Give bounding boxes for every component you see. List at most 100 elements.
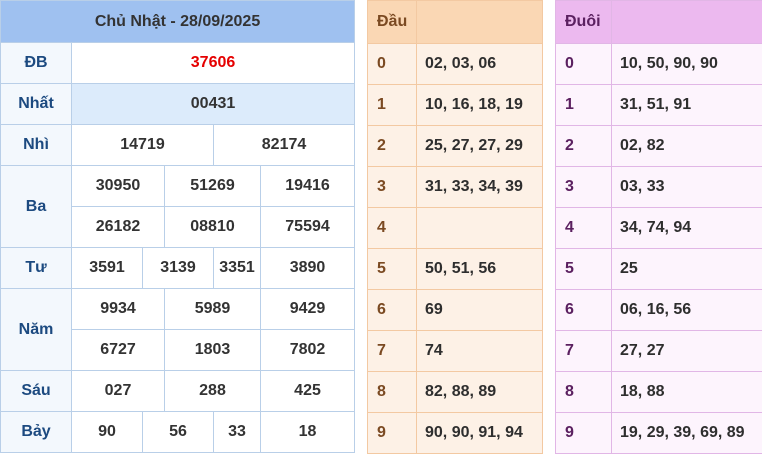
tail-digit-values: 02, 82 (611, 125, 762, 167)
prize-label-bay: Bảy (0, 411, 72, 453)
tail-digit-values: 03, 33 (611, 166, 762, 208)
head-digit-row: 7 74 (367, 330, 543, 372)
prize-label-tu: Tư (0, 247, 72, 289)
prize-value-nam: 9934 (71, 288, 165, 330)
head-digits-header-blank (416, 0, 543, 44)
tail-digit-key: 1 (555, 84, 612, 126)
tail-digit-key: 2 (555, 125, 612, 167)
head-digit-row: 6 69 (367, 289, 543, 331)
tail-digit-values: 10, 50, 90, 90 (611, 43, 762, 85)
tail-digit-row: 7 27, 27 (555, 330, 762, 372)
prize-value-bay: 33 (213, 411, 261, 453)
prize-value-bay: 56 (142, 411, 214, 453)
prize-row-bay: Bảy 90 56 33 18 (0, 411, 356, 453)
prize-row-ba: Ba 30950 51269 19416 (0, 165, 356, 248)
prize-value-ba: 75594 (259, 206, 356, 248)
prize-value-tu: 3351 (213, 247, 261, 289)
tail-digit-row: 3 03, 33 (555, 166, 762, 208)
prize-value-sau: 027 (71, 370, 165, 412)
tail-digits-header-blank (611, 0, 762, 44)
tail-digit-row: 0 10, 50, 90, 90 (555, 43, 762, 85)
head-digit-key: 5 (367, 248, 417, 290)
head-digit-key: 7 (367, 330, 417, 372)
prize-value-bay: 18 (259, 411, 356, 453)
tail-digit-values: 27, 27 (611, 330, 762, 372)
head-digit-values: 82, 88, 89 (416, 371, 543, 413)
prize-value-tu: 3139 (142, 247, 214, 289)
tail-digit-row: 6 06, 16, 56 (555, 289, 762, 331)
tail-digit-row: 2 02, 82 (555, 125, 762, 167)
head-digit-row: 5 50, 51, 56 (367, 248, 543, 290)
head-digit-row: 1 10, 16, 18, 19 (367, 84, 543, 126)
head-digit-values: 10, 16, 18, 19 (416, 84, 543, 126)
tail-digit-values: 34, 74, 94 (611, 207, 762, 249)
prize-label-ba: Ba (0, 165, 72, 248)
prize-row-nhat: Nhất 00431 (0, 83, 356, 125)
tail-digit-row: 5 25 (555, 248, 762, 290)
prize-label-sau: Sáu (0, 370, 72, 412)
head-digit-values: 90, 90, 91, 94 (416, 412, 543, 454)
head-digit-row: 3 31, 33, 34, 39 (367, 166, 543, 208)
head-digit-key: 6 (367, 289, 417, 331)
tail-digit-key: 0 (555, 43, 612, 85)
tail-digit-key: 4 (555, 207, 612, 249)
head-digit-values: 02, 03, 06 (416, 43, 543, 85)
prize-value-ba: 51269 (164, 165, 261, 207)
tail-digit-values: 19, 29, 39, 69, 89 (611, 412, 762, 454)
head-digit-row: 8 82, 88, 89 (367, 371, 543, 413)
tail-digit-key: 5 (555, 248, 612, 290)
head-digit-key: 2 (367, 125, 417, 167)
prize-value-ba: 19416 (259, 165, 356, 207)
prize-value-db: 37606 (70, 42, 356, 84)
tail-digit-key: 9 (555, 412, 612, 454)
head-digit-values: 69 (416, 289, 543, 331)
prize-value-sau: 288 (164, 370, 261, 412)
prize-value-nhat: 00431 (70, 83, 356, 125)
tail-digit-row: 8 18, 88 (555, 371, 762, 413)
prize-value-ba: 08810 (164, 206, 261, 248)
prize-row-sau: Sáu 027 288 425 (0, 370, 356, 412)
head-digit-row: 0 02, 03, 06 (367, 43, 543, 85)
prize-label-nhi: Nhì (0, 124, 72, 166)
head-digit-row: 2 25, 27, 27, 29 (367, 125, 543, 167)
head-digits-header: Đầu (367, 0, 543, 44)
prize-value-nam: 9429 (259, 288, 356, 330)
tail-digit-row: 4 34, 74, 94 (555, 207, 762, 249)
tail-digit-key: 8 (555, 371, 612, 413)
prize-value-nam: 7802 (259, 329, 356, 371)
tail-digit-values: 06, 16, 56 (611, 289, 762, 331)
tail-digits-title: Đuôi (555, 0, 612, 44)
prize-value-tu: 3591 (71, 247, 143, 289)
prize-value-nam: 1803 (164, 329, 261, 371)
prize-row-tu: Tư 3591 3139 3351 3890 (0, 247, 356, 289)
tail-digit-key: 7 (555, 330, 612, 372)
head-digit-values (416, 207, 543, 249)
head-digit-key: 9 (367, 412, 417, 454)
results-date-title: Chủ Nhật - 28/09/2025 (0, 0, 356, 43)
tail-digits-header: Đuôi (555, 0, 762, 44)
head-digits-title: Đầu (367, 0, 417, 44)
head-digit-key: 4 (367, 207, 417, 249)
head-digit-values: 50, 51, 56 (416, 248, 543, 290)
prize-value-nhi: 82174 (212, 124, 356, 166)
head-digit-key: 0 (367, 43, 417, 85)
prize-value-nam: 6727 (71, 329, 165, 371)
tail-digits-table: Đuôi 0 10, 50, 90, 90 1 31, 51, 91 2 02, 82… (555, 0, 762, 454)
results-header-row: Chủ Nhật - 28/09/2025 (0, 0, 356, 43)
prize-row-nam: Năm 9934 5989 9429 (0, 288, 356, 371)
tail-digit-row: 9 19, 29, 39, 69, 89 (555, 412, 762, 454)
prize-value-bay: 90 (71, 411, 143, 453)
prize-value-sau: 425 (259, 370, 356, 412)
prize-value-tu: 3890 (259, 247, 356, 289)
head-digit-values: 31, 33, 34, 39 (416, 166, 543, 208)
prize-label-db: ĐB (0, 42, 72, 84)
tail-digit-key: 3 (555, 166, 612, 208)
prize-row-nhi: Nhì 14719 82174 (0, 124, 356, 166)
tail-digit-values: 25 (611, 248, 762, 290)
tail-digit-key: 6 (555, 289, 612, 331)
head-digit-key: 8 (367, 371, 417, 413)
head-digit-values: 74 (416, 330, 543, 372)
prize-row-db: ĐB 37606 (0, 42, 356, 84)
prize-value-nam: 5989 (164, 288, 261, 330)
prize-value-ba: 26182 (71, 206, 165, 248)
